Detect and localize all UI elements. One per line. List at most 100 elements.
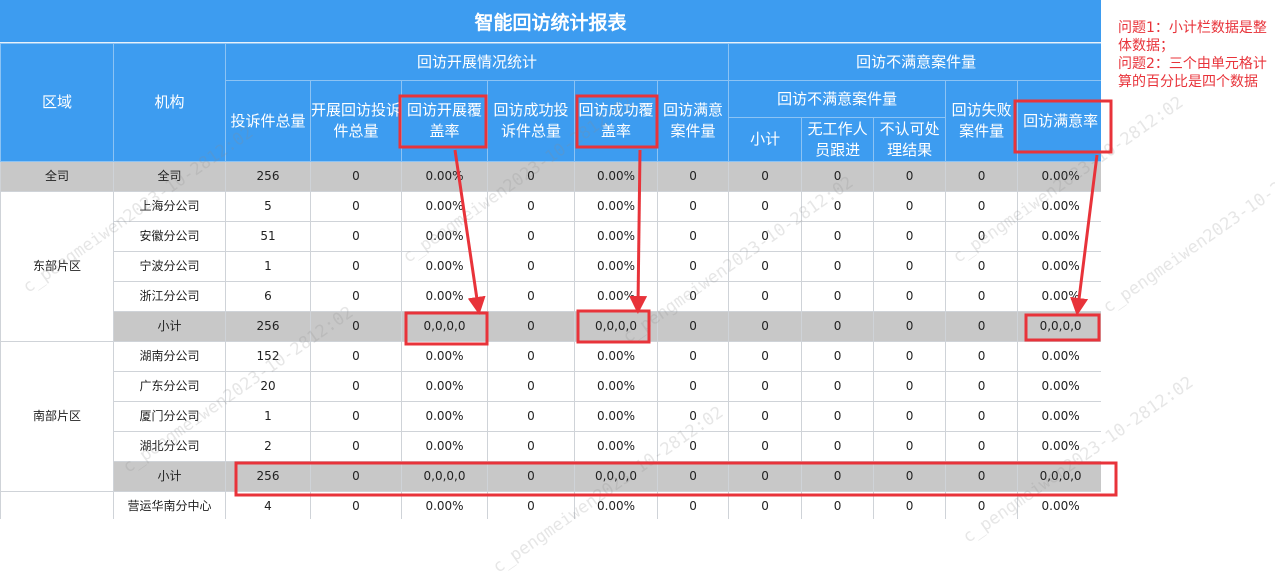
value-cell: 0.00%: [574, 281, 658, 312]
value-cell: 0: [656, 281, 730, 312]
value-cell: 0: [873, 431, 947, 462]
value-cell: 0: [873, 191, 947, 222]
table-row: 小计 256 0 0,0,0,0 0 0,0,0,0 0 0 0 0 0 0,0,0,0: [1, 311, 1101, 342]
report-title: 智能回访统计报表: [0, 0, 1101, 43]
org-cell: 小计: [113, 311, 226, 342]
value-cell: 0.00%: [574, 251, 658, 282]
value-cell: 0: [873, 491, 947, 519]
header-group-stats: 回访开展情况统计: [224, 43, 730, 81]
value-cell: 5: [225, 191, 311, 222]
value-cell: 0.00%: [1017, 191, 1101, 222]
header-satisfied-count: 回访满意案件量: [656, 80, 730, 162]
value-cell: 0: [656, 311, 730, 342]
value-cell: 0: [310, 251, 402, 282]
value-cell: 0.00%: [1017, 221, 1101, 252]
value-cell: 0: [873, 311, 947, 342]
value-cell: 0.00%: [401, 401, 488, 432]
value-cell: 0: [487, 401, 575, 432]
value-cell: 0,0,0,0: [574, 461, 658, 492]
value-cell: 0: [728, 251, 803, 282]
value-cell: 0.00%: [574, 491, 658, 519]
value-cell: 0: [310, 401, 402, 432]
value-cell: 0: [728, 221, 803, 252]
value-cell: 0: [945, 491, 1019, 519]
value-cell: 0: [801, 401, 875, 432]
table-row: 宁波分公司 1 0 0.00% 0 0.00% 0 0 0 0 0 0.00%: [1, 251, 1101, 282]
header-success-coverage: 回访成功覆盖率: [574, 80, 658, 162]
watermark-text: c_pengmeiwen2023-10-2812:02: [1099, 142, 1275, 318]
org-cell: 全司: [113, 161, 226, 192]
value-cell: 0: [945, 281, 1019, 312]
header-unsat-sub: 回访不满意案件量: [728, 80, 947, 118]
value-cell: 0.00%: [401, 251, 488, 282]
value-cell: 0: [728, 191, 803, 222]
header-success-total: 回访成功投诉件总量: [487, 80, 575, 162]
value-cell: 0.00%: [1017, 491, 1101, 519]
value-cell: 0.00%: [1017, 281, 1101, 312]
value-cell: 0,0,0,0: [1017, 311, 1101, 342]
table-row: 营运华南分中心 4 0 0.00% 0 0.00% 0 0 0 0 0 0.00%: [0, 491, 1101, 519]
value-cell: 0: [801, 371, 875, 402]
value-cell: 0.00%: [401, 371, 488, 402]
org-cell: 营运华南分中心: [113, 491, 226, 519]
table-row: 广东分公司 20 0 0.00% 0 0.00% 0 0 0 0 0 0.00%: [1, 371, 1101, 402]
header-not-accept: 不认可处理结果: [873, 117, 947, 162]
value-cell: 4: [225, 491, 311, 519]
value-cell: 0: [656, 431, 730, 462]
value-cell: 0: [945, 251, 1019, 282]
value-cell: 0: [487, 371, 575, 402]
value-cell: 0: [801, 281, 875, 312]
table-row: 浙江分公司 6 0 0.00% 0 0.00% 0 0 0 0 0 0.00%: [1, 281, 1101, 312]
value-cell: 0.00%: [1017, 401, 1101, 432]
value-cell: 0: [487, 341, 575, 372]
value-cell: 0.00%: [1017, 161, 1101, 192]
region-cell: 南部片区: [0, 341, 114, 492]
value-cell: 0: [801, 251, 875, 282]
value-cell: 0.00%: [401, 161, 488, 192]
region-cell: 全司: [0, 161, 114, 192]
value-cell: 0.00%: [574, 401, 658, 432]
value-cell: 1: [225, 401, 311, 432]
header-group-unsat: 回访不满意案件量: [728, 43, 1101, 81]
value-cell: 0.00%: [401, 281, 488, 312]
value-cell: 0: [487, 161, 575, 192]
value-cell: 0: [310, 431, 402, 462]
table-row: 南部片区 湖南分公司 152 0 0.00% 0 0.00% 0 0 0 0 0 0.00%: [0, 341, 1101, 492]
value-cell: 0: [801, 161, 875, 192]
header-subtotal: 小计: [728, 117, 803, 162]
value-cell: 0,0,0,0: [401, 311, 488, 342]
value-cell: 0: [656, 341, 730, 372]
org-cell: 湖北分公司: [113, 431, 226, 462]
org-cell: 广东分公司: [113, 371, 226, 402]
annotation-note: 问题1：小计栏数据是整体数据；: [1118, 20, 1267, 54]
report-table: 区域 机构 回访开展情况统计 回访不满意案件量 投诉件总量 开展回访投诉件总量 …: [0, 43, 1101, 519]
value-cell: 0.00%: [574, 371, 658, 402]
org-cell: 湖南分公司: [113, 341, 226, 372]
value-cell: 0: [873, 461, 947, 492]
value-cell: 0: [310, 371, 402, 402]
value-cell: 0,0,0,0: [401, 461, 488, 492]
value-cell: 0: [728, 281, 803, 312]
header-followup-total: 开展回访投诉件总量: [310, 80, 402, 162]
org-cell: 厦门分公司: [113, 401, 226, 432]
value-cell: 0: [873, 221, 947, 252]
value-cell: 51: [225, 221, 311, 252]
value-cell: 256: [225, 461, 311, 492]
value-cell: 0: [945, 341, 1019, 372]
value-cell: 0.00%: [574, 341, 658, 372]
value-cell: 6: [225, 281, 311, 312]
table-row: 湖北分公司 2 0 0.00% 0 0.00% 0 0 0 0 0 0.00%: [1, 431, 1101, 462]
value-cell: 0: [310, 311, 402, 342]
org-cell: 安徽分公司: [113, 221, 226, 252]
region-cell: [0, 491, 114, 519]
value-cell: 0.00%: [401, 491, 488, 519]
header-followup-coverage: 回访开展覆盖率: [401, 80, 488, 162]
value-cell: 0.00%: [1017, 371, 1101, 402]
header-org: 机构: [113, 43, 226, 162]
value-cell: 0: [728, 431, 803, 462]
value-cell: 0: [801, 431, 875, 462]
value-cell: 0: [310, 221, 402, 252]
value-cell: 0: [728, 491, 803, 519]
value-cell: 0.00%: [401, 431, 488, 462]
value-cell: 0: [656, 161, 730, 192]
